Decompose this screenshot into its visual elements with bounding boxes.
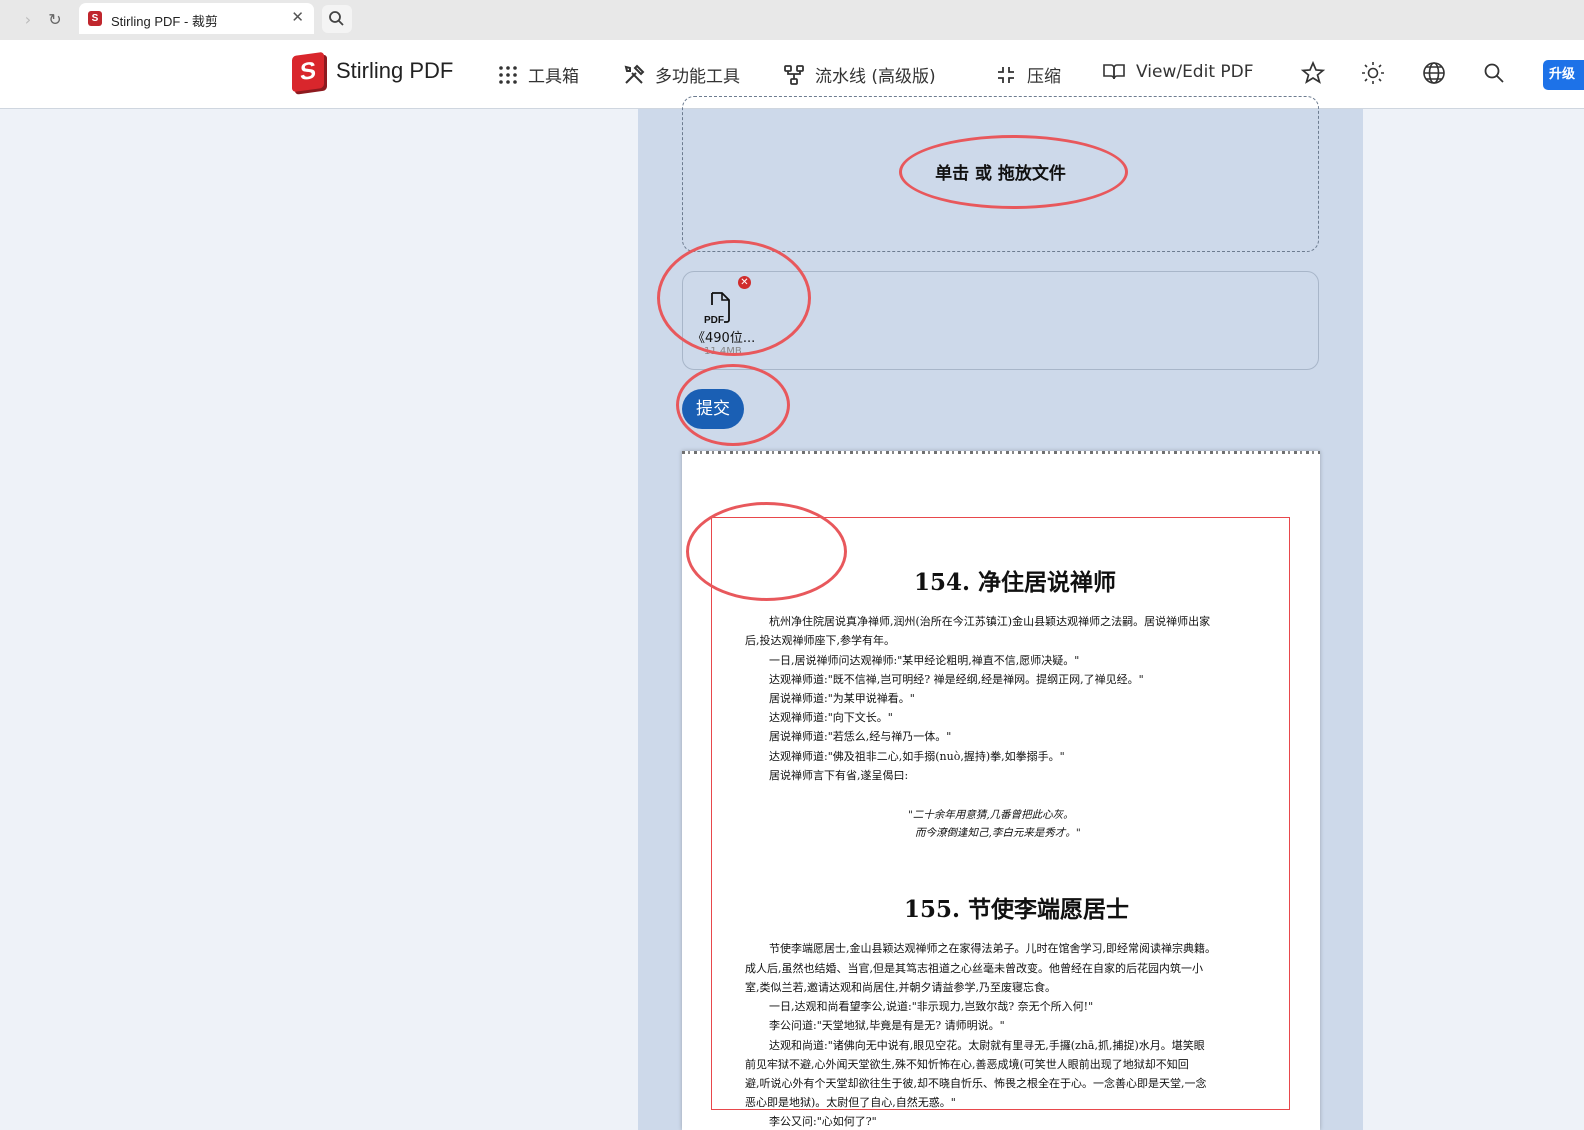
- pdf-file-icon: PDF: [704, 292, 730, 325]
- tab-close-icon[interactable]: ✕: [291, 8, 304, 26]
- star-icon[interactable]: [1300, 60, 1326, 86]
- grid-icon: [499, 65, 517, 84]
- tab-favicon-icon: S: [88, 11, 102, 26]
- stirling-logo-icon[interactable]: S: [292, 51, 324, 93]
- pipeline-icon: [784, 64, 804, 85]
- tools-icon: [624, 64, 645, 84]
- left-sidebar: [0, 109, 638, 1130]
- browser-tab[interactable]: S Stirling PDF - 裁剪 ✕: [79, 3, 314, 34]
- nav-toolbox-label: 工具箱: [528, 67, 579, 87]
- pdf-type-label: PDF: [704, 315, 724, 325]
- nav-view-edit-pdf[interactable]: View/Edit PDF: [1102, 62, 1254, 82]
- submit-button[interactable]: 提交: [682, 389, 744, 429]
- crop-selection-box[interactable]: [711, 517, 1290, 1110]
- nav-pipeline[interactable]: 流水线 (高级版): [783, 62, 936, 87]
- search-icon[interactable]: [1481, 60, 1507, 86]
- nav-view-edit-pdf-label: View/Edit PDF: [1136, 62, 1254, 82]
- nav-compress-label: 压缩: [1027, 67, 1061, 87]
- globe-icon[interactable]: [1421, 60, 1447, 86]
- sun-icon[interactable]: [1360, 60, 1386, 86]
- file-name: 《490位...: [692, 331, 756, 346]
- upgrade-button[interactable]: 升级: [1543, 60, 1584, 90]
- brand-name[interactable]: Stirling PDF: [336, 58, 453, 84]
- remove-file-icon[interactable]: ✕: [738, 276, 751, 289]
- right-margin: [1363, 109, 1584, 1130]
- nav-multi-tool[interactable]: 多功能工具: [623, 62, 740, 87]
- nav-pipeline-label: 流水线 (高级版): [815, 67, 936, 87]
- file-dropzone[interactable]: 单击 或 拖放文件: [682, 96, 1319, 252]
- book-icon: [1103, 64, 1125, 80]
- nav-compress[interactable]: 压缩: [995, 62, 1061, 87]
- forward-icon[interactable]: ›: [16, 8, 40, 32]
- pdf-text-line: 李公又问:"心如何了?": [769, 1115, 877, 1128]
- tab-title: Stirling PDF - 裁剪: [111, 14, 218, 29]
- browser-toolbar: › ↻ S Stirling PDF - 裁剪 ✕: [0, 0, 1584, 40]
- nav-multi-tool-label: 多功能工具: [655, 67, 740, 87]
- dropzone-label: 单击 或 拖放文件: [935, 164, 1066, 184]
- scan-edge: [682, 451, 1320, 454]
- reload-icon[interactable]: ↻: [43, 8, 67, 32]
- selected-files-container: [682, 271, 1319, 370]
- file-size: 11.4MB: [704, 346, 742, 357]
- search-icon: [329, 11, 344, 26]
- compress-icon: [998, 66, 1014, 83]
- tab-search-button[interactable]: [322, 5, 352, 33]
- nav-toolbox[interactable]: 工具箱: [498, 62, 579, 87]
